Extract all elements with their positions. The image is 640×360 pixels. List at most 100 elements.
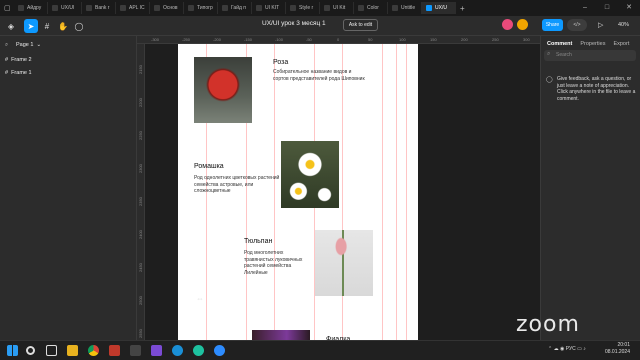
file-explorer-icon[interactable] (67, 345, 78, 356)
zoom-app-icon[interactable] (214, 345, 225, 356)
tab-properties[interactable]: Properties (580, 41, 605, 47)
new-tab-button[interactable]: + (460, 4, 465, 13)
tab-export[interactable]: Export (613, 41, 629, 47)
browser-tab[interactable]: Bank r (82, 2, 116, 14)
tab-favicon-icon (324, 5, 330, 11)
design-frame[interactable]: Роза Собирательное название видов и сорт… (178, 44, 418, 344)
search-icon[interactable] (26, 346, 35, 355)
ruler-tick-label: 2150 (138, 65, 143, 74)
layer-frame-2[interactable]: # Frame 2 (5, 57, 32, 63)
tab-favicon-icon (154, 5, 160, 11)
ruler-tick-label: 100 (399, 37, 406, 42)
tab-label: UI Kit (333, 5, 346, 11)
layer-label: Frame 1 (11, 70, 32, 76)
tab-favicon-icon (392, 5, 398, 11)
hand-tool-icon[interactable]: ✋ (56, 19, 70, 33)
search-layers-icon[interactable]: ⌕ (5, 42, 8, 49)
ask-to-edit-button[interactable]: Ask to edit (343, 19, 378, 31)
tab-label: Гайд п (231, 5, 247, 11)
browser-tab[interactable]: Style r (286, 2, 320, 14)
minimize-button[interactable]: – (574, 0, 596, 16)
layout-guide (342, 44, 343, 344)
tab-label: UI KIT (265, 5, 280, 11)
ruler-tick-label: -100 (275, 37, 284, 42)
tab-label: UX/UI (61, 5, 75, 11)
layers-panel (0, 36, 137, 340)
tab-favicon-icon (120, 5, 126, 11)
tulip-image[interactable] (315, 230, 373, 296)
dev-mode-toggle[interactable]: </> (567, 19, 587, 31)
app-icon-purple[interactable] (151, 345, 162, 356)
comment-tool-icon[interactable]: ◯ (72, 19, 86, 33)
maximize-button[interactable]: □ (596, 0, 618, 16)
ruler-left: 2150 2200 2250 2300 2350 2400 2450 2500 2550 (137, 44, 145, 340)
windows-start-icon[interactable] (7, 345, 18, 356)
tulip-description: Род многолетних травянистых луковичных р… (244, 250, 303, 276)
zoom-level[interactable]: 40% (618, 22, 629, 28)
browser-tab[interactable]: APL IC (116, 2, 150, 14)
ruler-tick-label: 2450 (138, 263, 143, 272)
page-selector[interactable]: Page 1 ⌄ (16, 42, 41, 48)
ruler-tick-label: 2300 (138, 164, 143, 173)
app-icon-dark[interactable] (130, 345, 141, 356)
rose-title: Роза (273, 59, 289, 66)
browser-tab-bar: ▢ Айдру UX/UI Bank r APL IC Основ Типогр Гайд … (0, 0, 640, 16)
daisy-image[interactable] (281, 141, 339, 208)
tab-favicon-icon (290, 5, 296, 11)
tabs-menu-icon[interactable]: ▢ (4, 4, 14, 12)
tab-favicon-icon (222, 5, 228, 11)
tab-label: Айдру (27, 5, 42, 11)
avatar-user-1[interactable] (502, 19, 513, 30)
layout-guide (406, 44, 407, 344)
share-button[interactable]: Share (542, 19, 563, 31)
clock-time: 20:01 (617, 342, 630, 348)
file-title[interactable]: UX/UI урок 3 месяц 1 (262, 20, 326, 27)
rose-description: Собирательное название видов и сортов пр… (273, 69, 365, 82)
chrome-icon[interactable] (88, 345, 99, 356)
browser-tab[interactable]: Типогр (184, 2, 218, 14)
rose-image[interactable] (194, 57, 252, 123)
present-icon[interactable]: ▷ (598, 21, 603, 29)
comment-search-input[interactable]: Search (544, 50, 636, 61)
browser-tab[interactable]: UX/UI (48, 2, 82, 14)
layer-frame-1[interactable]: # Frame 1 (5, 70, 32, 76)
app-icon-teal[interactable] (193, 345, 204, 356)
ruler-tick-label: 2200 (138, 98, 143, 107)
frame-tool-icon[interactable]: # (40, 19, 54, 33)
ruler-tick-label: -200 (213, 37, 222, 42)
figma-menu-icon[interactable]: ◈ (4, 19, 18, 33)
daisy-description: Род однолетних цветковых растений семейс… (194, 175, 280, 194)
tab-favicon-icon (256, 5, 262, 11)
ruler-tick-label: -250 (182, 37, 191, 42)
resize-cursor-icon: ⇔ (196, 294, 204, 303)
task-view-icon[interactable] (46, 345, 57, 356)
ruler-tick-label: 50 (368, 37, 373, 42)
avatar-user-2[interactable] (517, 19, 528, 30)
browser-tab[interactable]: UI KIT (252, 2, 286, 14)
ruler-top: -300 -250 -200 -150 -100 -50 0 50 100 150 200 250 30… (137, 36, 540, 44)
ruler-tick-label: -300 (151, 37, 160, 42)
browser-tab[interactable]: Untitle (388, 2, 422, 14)
browser-tab[interactable]: Айдру (14, 2, 48, 14)
browser-tab[interactable]: Color (354, 2, 388, 14)
browser-tab[interactable]: UX/U (422, 2, 456, 14)
frame-icon: # (5, 57, 9, 63)
edge-icon[interactable] (172, 345, 183, 356)
tab-comment[interactable]: Comment (547, 41, 572, 47)
close-window-button[interactable]: ✕ (618, 0, 640, 16)
layout-guide (396, 44, 397, 344)
ruler-tick-label: -50 (306, 37, 312, 42)
panel-tabs: Comment Properties Export (547, 41, 629, 47)
ruler-tick-label: 150 (430, 37, 437, 42)
browser-tab[interactable]: UI Kit (320, 2, 354, 14)
system-clock[interactable]: 20:01 08.01.2024 (605, 342, 630, 356)
app-icon-red[interactable] (109, 345, 120, 356)
tab-favicon-icon (52, 5, 58, 11)
browser-tab[interactable]: Гайд п (218, 2, 252, 14)
browser-tab[interactable]: Основ (150, 2, 184, 14)
layout-guide (382, 44, 383, 344)
comment-icon: ◯ (546, 77, 553, 83)
tab-label: Типогр (197, 5, 213, 11)
language-indicator[interactable]: РУС (566, 346, 576, 352)
move-tool-icon[interactable]: ➤ (24, 19, 38, 33)
